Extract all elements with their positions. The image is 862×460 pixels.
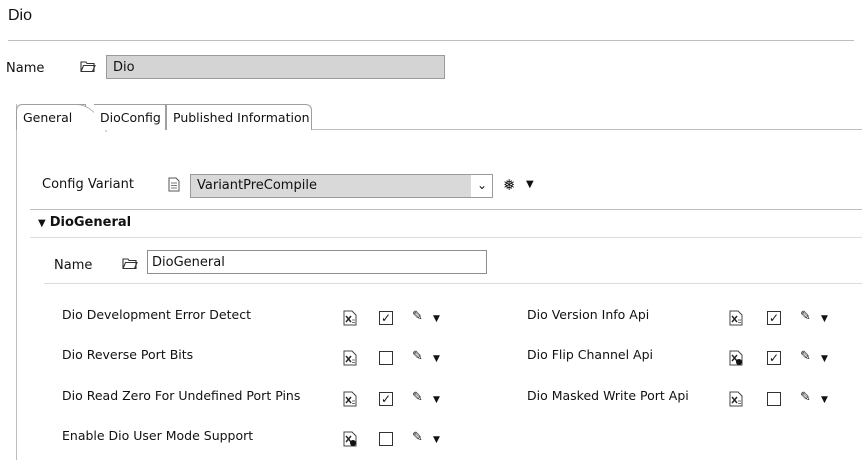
title-divider [8,40,854,41]
param-label: Dio Development Error Detect [62,307,251,322]
config-variant-select[interactable]: VariantPreCompile ⌄ [190,174,493,198]
dropdown-arrow-icon[interactable]: ▼ [433,354,440,364]
pencil-icon[interactable]: ✎ [800,309,811,324]
collapse-triangle-icon[interactable]: ▼ [38,218,46,229]
dropdown-arrow-icon[interactable]: ▼ [821,354,828,364]
dropdown-arrow-icon[interactable]: ▼ [433,395,440,405]
checkbox-unchecked[interactable] [767,392,781,406]
param-label: Dio Reverse Port Bits [62,347,194,362]
checkbox-checked[interactable]: ✓ [767,311,781,325]
xml-default-icon[interactable] [343,350,357,366]
param-label: Enable Dio User Mode Support [62,428,254,443]
module-name-label: Name [6,61,45,76]
wand-dropdown-arrow[interactable]: ▼ [526,179,534,190]
chevron-down-icon[interactable]: ⌄ [477,178,487,192]
checkbox-checked[interactable]: ✓ [767,351,781,365]
dropdown-arrow-icon[interactable]: ▼ [433,435,440,445]
param-label: Dio Masked Write Port Api [527,388,689,403]
section-header-diogeneral[interactable]: ▼ DioGeneral [38,215,131,230]
folder-icon [80,60,96,73]
pencil-icon[interactable]: ✎ [412,390,423,405]
pencil-icon[interactable]: ✎ [800,390,811,405]
folder-icon [122,257,138,270]
module-name-input[interactable] [106,55,445,79]
pencil-icon[interactable]: ✎ [412,309,423,324]
xml-default-icon[interactable] [729,391,743,407]
xml-default-icon[interactable] [343,310,357,326]
section-name-divider [44,283,862,284]
wand-icon[interactable]: ❅ [503,176,516,194]
section-title: DioGeneral [49,215,132,230]
param-label: Dio Version Info Api [527,307,650,322]
xml-derived-icon[interactable] [343,431,357,447]
pencil-icon[interactable]: ✎ [412,430,423,445]
config-variant-value: VariantPreCompile [191,175,471,197]
tab-general[interactable]: General [16,104,86,130]
section-name-label: Name [54,258,93,273]
page-title: Dio [8,7,33,24]
checkbox-checked[interactable]: ✓ [379,311,393,325]
xml-default-icon[interactable] [343,391,357,407]
section-name-input[interactable] [147,250,487,274]
checkbox-unchecked[interactable] [379,351,393,365]
tab-dioconfig[interactable]: DioConfig [94,104,166,130]
checkbox-unchecked[interactable] [379,432,393,446]
param-label: Dio Read Zero For Undefined Port Pins [62,388,301,403]
config-variant-label: Config Variant [42,177,134,192]
checkbox-checked[interactable]: ✓ [379,392,393,406]
document-icon [168,177,180,196]
tab-published-information[interactable]: Published Information [166,104,312,130]
dropdown-arrow-icon[interactable]: ▼ [821,395,828,405]
xml-derived-icon[interactable] [729,350,743,366]
xml-default-icon[interactable] [729,310,743,326]
section-divider [30,209,862,210]
tab-bar-divider [312,129,862,130]
pencil-icon[interactable]: ✎ [800,349,811,364]
section-header-divider [30,237,862,238]
pencil-icon[interactable]: ✎ [412,349,423,364]
param-label: Dio Flip Channel Api [527,347,654,362]
dropdown-arrow-icon[interactable]: ▼ [821,314,828,324]
dropdown-arrow-icon[interactable]: ▼ [433,314,440,324]
